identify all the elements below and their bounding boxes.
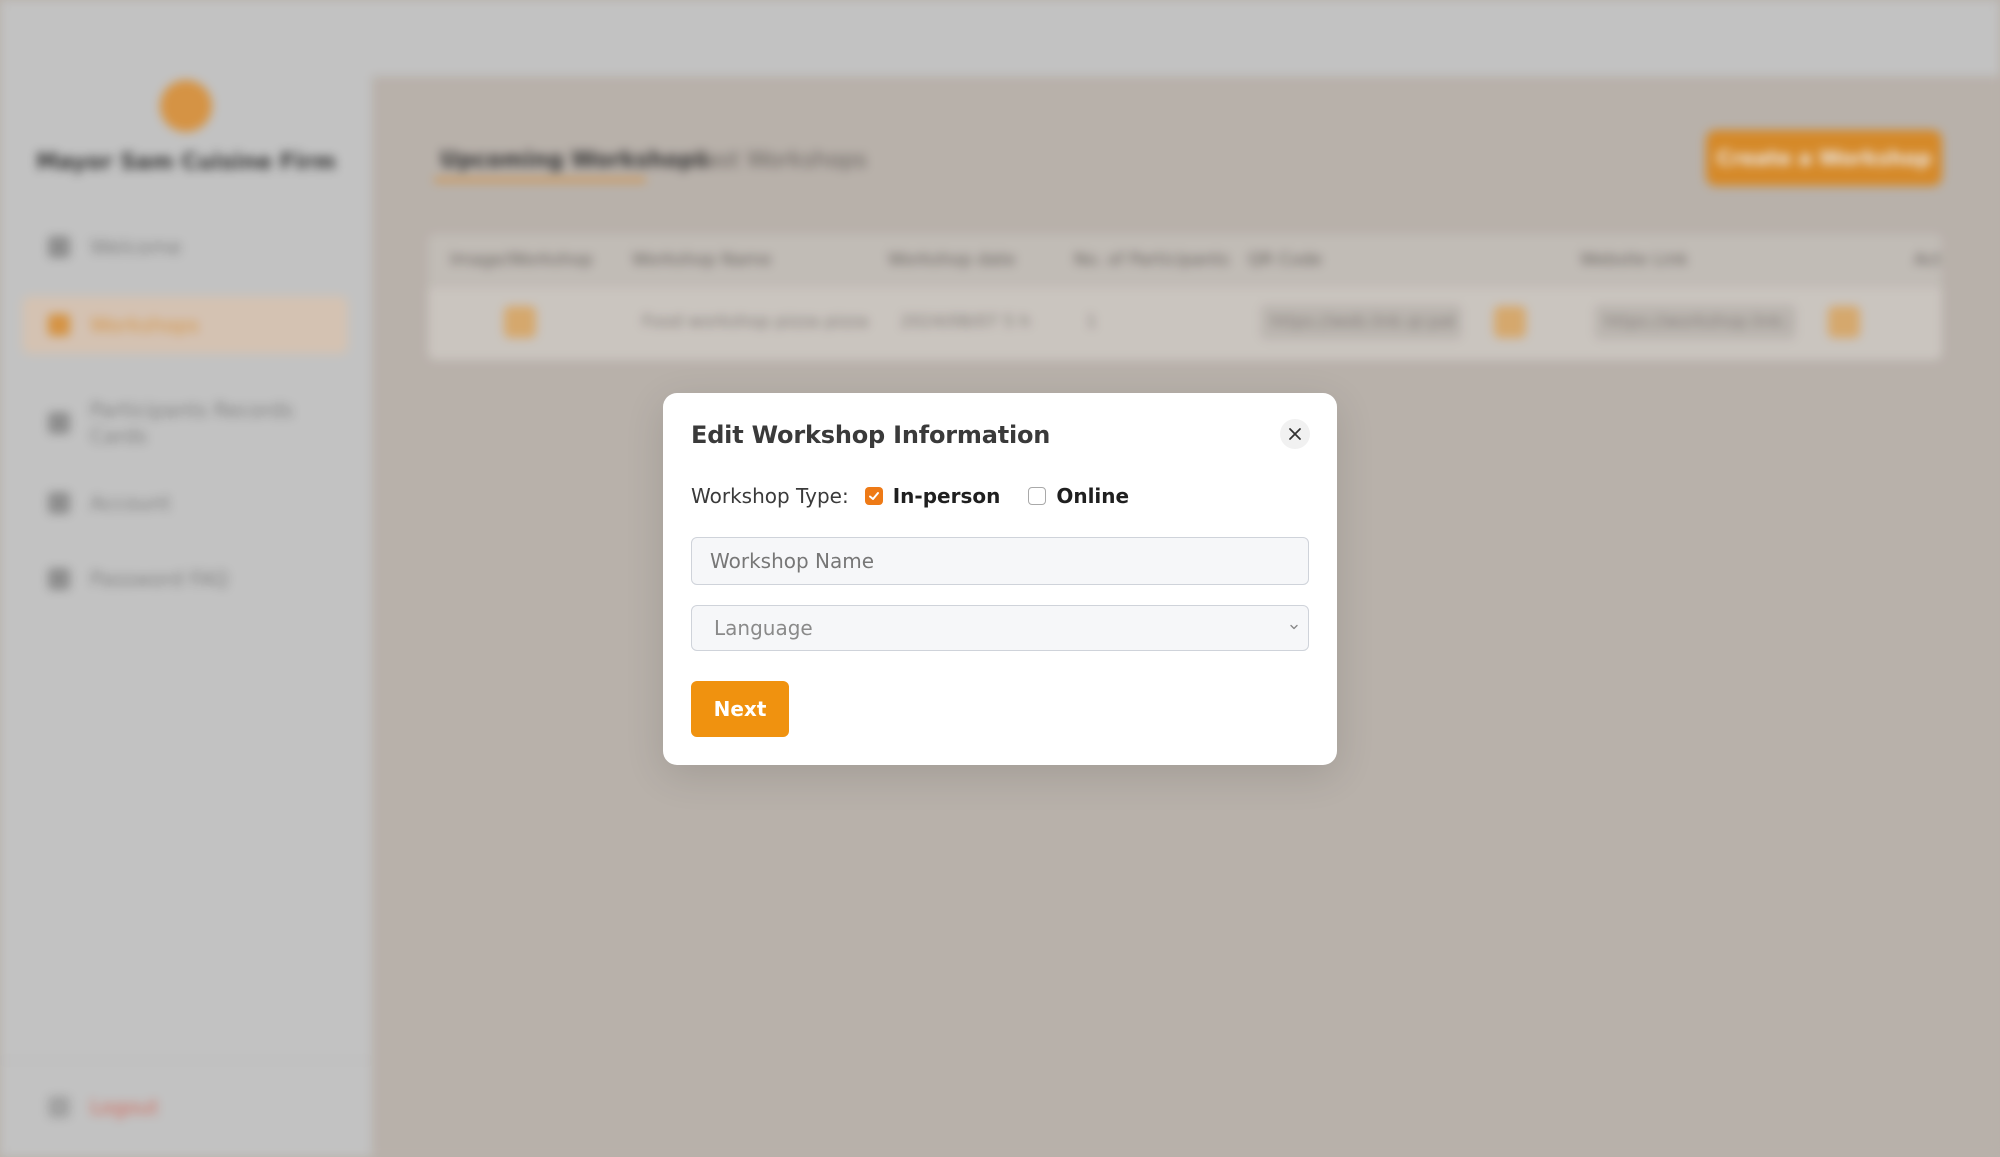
edit-workshop-modal: Edit Workshop Information Workshop Type:…: [663, 393, 1337, 765]
language-select[interactable]: Language: [691, 605, 1309, 651]
close-button[interactable]: [1280, 419, 1310, 449]
in-person-label[interactable]: In-person: [893, 484, 1001, 508]
checkmark-icon: [868, 492, 879, 500]
workshop-type-label: Workshop Type:: [691, 484, 849, 508]
language-select-value: Language: [714, 616, 813, 640]
chevron-down-icon: [1290, 624, 1298, 630]
modal-title: Edit Workshop Information: [691, 421, 1051, 449]
online-label[interactable]: Online: [1056, 484, 1129, 508]
next-button[interactable]: Next: [691, 681, 789, 737]
workshop-name-input[interactable]: [691, 537, 1309, 585]
in-person-checkbox[interactable]: [864, 487, 883, 505]
close-icon: [1289, 428, 1301, 440]
workshop-type-row: Workshop Type: In-person Online: [691, 481, 1129, 511]
online-checkbox[interactable]: [1028, 487, 1047, 505]
